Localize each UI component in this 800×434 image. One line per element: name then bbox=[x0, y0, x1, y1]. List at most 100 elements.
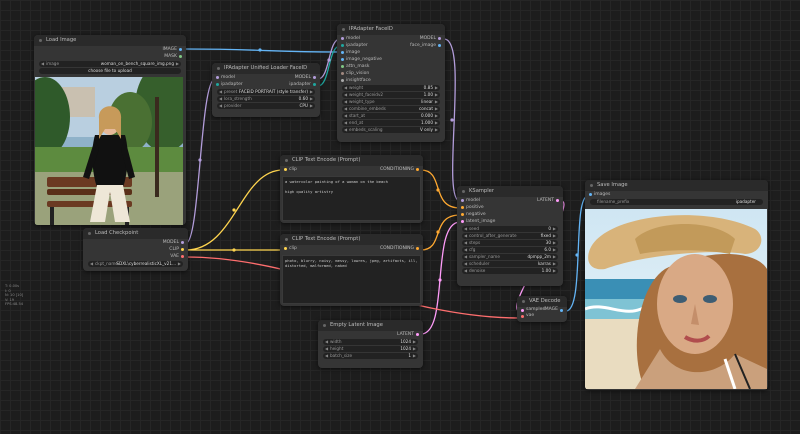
prompt-textarea[interactable]: a watercolor painting of a woman on the … bbox=[282, 176, 421, 221]
output-label: LATENT bbox=[536, 198, 554, 203]
arrow-right-icon: ▶ bbox=[412, 346, 416, 351]
input-slot-icon bbox=[341, 65, 344, 68]
input-slot-icon bbox=[284, 247, 287, 250]
weight-widget[interactable]: ◀ weight 0.85 ▶ bbox=[342, 85, 440, 91]
widget-label: lora_strength bbox=[224, 96, 252, 101]
output-slot-icon bbox=[181, 248, 184, 251]
widget-label: end_at bbox=[349, 120, 364, 125]
arrow-left-icon: ◀ bbox=[464, 233, 468, 238]
input-label: clip bbox=[289, 167, 297, 172]
arrow-left-icon: ◀ bbox=[344, 106, 348, 111]
width-widget[interactable]: ◀ width 1024 ▶ bbox=[323, 339, 418, 345]
input-slot-icon bbox=[284, 168, 287, 171]
cfg-widget[interactable]: ◀ cfg 6.0 ▶ bbox=[462, 247, 558, 253]
weight-type-combo[interactable]: ◀ weight_type linear ▶ bbox=[342, 99, 440, 105]
load-checkpoint-node[interactable]: Load Checkpoint MODEL CLIP VAE ◀ ckpt_nam… bbox=[83, 228, 188, 271]
widget-label: height bbox=[330, 346, 344, 351]
input-label: attn_mask bbox=[346, 64, 370, 69]
output-slot-icon bbox=[179, 55, 182, 58]
arrow-right-icon: ▶ bbox=[309, 96, 313, 101]
widget-value: ipadapter bbox=[735, 199, 756, 204]
seed-widget[interactable]: ◀ seed 0 ▶ bbox=[462, 226, 558, 232]
arrow-left-icon: ◀ bbox=[344, 99, 348, 104]
arrow-right-icon: ▶ bbox=[412, 339, 416, 344]
output-slot-icon bbox=[313, 76, 316, 79]
clip-text-encode-positive-node[interactable]: CLIP Text Encode (Prompt) clip CONDITIONI… bbox=[280, 155, 423, 223]
output-slot-icon bbox=[416, 247, 419, 250]
output-slot-icon bbox=[313, 83, 316, 86]
widget-value: 1024 bbox=[400, 346, 411, 351]
node-title: IPAdapter FaceID bbox=[337, 24, 445, 35]
widget-value: 6.0 bbox=[544, 247, 551, 252]
widget-label: provider bbox=[224, 103, 242, 108]
arrow-left-icon: ◀ bbox=[219, 89, 223, 94]
start-at-widget[interactable]: ◀ start_at 0.000 ▶ bbox=[342, 113, 440, 119]
input-slot-icon bbox=[216, 83, 219, 86]
arrow-left-icon: ◀ bbox=[344, 120, 348, 125]
widget-label: weight_faceidv2 bbox=[349, 92, 384, 97]
output-slot-icon bbox=[438, 44, 441, 47]
arrow-right-icon: ▶ bbox=[552, 226, 556, 231]
output-slot-icon bbox=[181, 255, 184, 258]
ckpt-name-combo[interactable]: ◀ ckpt_name SDXL\cyberrealisticXL_v21... ▶ bbox=[88, 261, 183, 267]
batch-size-widget[interactable]: ◀ batch_size 1 ▶ bbox=[323, 353, 418, 359]
widget-value: 0 bbox=[548, 226, 551, 231]
scheduler-combo[interactable]: ◀ scheduler karras ▶ bbox=[462, 261, 558, 267]
combine-embeds-combo[interactable]: ◀ combine_embeds concat ▶ bbox=[342, 106, 440, 112]
input-label: ipadapter bbox=[346, 43, 368, 48]
widget-label: seed bbox=[469, 226, 479, 231]
upload-button[interactable]: choose file to upload bbox=[39, 68, 181, 74]
arrow-left-icon: ◀ bbox=[344, 92, 348, 97]
widget-label: sampler_name bbox=[469, 254, 500, 259]
input-label: latent_image bbox=[466, 219, 496, 224]
output-label: face_image bbox=[410, 43, 436, 48]
widget-label: weight bbox=[349, 85, 364, 90]
arrow-left-icon: ◀ bbox=[325, 339, 329, 344]
input-label: samples bbox=[526, 307, 545, 312]
widget-value: dpmpp_2m bbox=[527, 254, 551, 259]
input-label: ipadapter bbox=[221, 82, 243, 87]
arrow-left-icon: ◀ bbox=[90, 261, 94, 266]
widget-value: 0.000 bbox=[421, 113, 433, 118]
output-slot-icon bbox=[560, 309, 563, 312]
denoise-widget[interactable]: ◀ denoise 1.00 ▶ bbox=[462, 268, 558, 274]
input-slot-icon bbox=[589, 193, 592, 196]
arrow-right-icon: ▶ bbox=[309, 89, 313, 94]
embeds-scaling-combo[interactable]: ◀ embeds_scaling V only ▶ bbox=[342, 127, 440, 133]
node-title: Load Image bbox=[34, 35, 186, 46]
lora-strength-widget[interactable]: ◀ lora_strength 0.60 ▶ bbox=[217, 96, 315, 102]
steps-widget[interactable]: ◀ steps 30 ▶ bbox=[462, 240, 558, 246]
weight-faceidv2-widget[interactable]: ◀ weight_faceidv2 1.00 ▶ bbox=[342, 92, 440, 98]
widget-label: weight_type bbox=[349, 99, 375, 104]
end-at-widget[interactable]: ◀ end_at 1.000 ▶ bbox=[342, 120, 440, 126]
node-title: IPAdapter Unified Loader FaceID bbox=[212, 63, 320, 74]
control-after-generate-combo[interactable]: ◀ control_after_generate fixed ▶ bbox=[462, 233, 558, 239]
ipadapter-loader-node[interactable]: IPAdapter Unified Loader FaceID model MOD… bbox=[212, 63, 320, 117]
prompt-textarea[interactable]: photo, blurry, noisy, messy, lowres, jpe… bbox=[282, 255, 421, 304]
output-label: CONDITIONING bbox=[379, 246, 414, 251]
arrow-left-icon: ◀ bbox=[464, 254, 468, 259]
widget-value: V only bbox=[419, 127, 433, 132]
widget-label: combine_embeds bbox=[349, 106, 386, 111]
preset-combo[interactable]: ◀ preset FACEID PORTRAIT (style transfer) ▶ bbox=[217, 89, 315, 95]
vae-decode-node[interactable]: VAE Decode samples IMAGE vae bbox=[517, 296, 567, 322]
image-combo[interactable]: ◀ image woman_on_bench_square_img.png ▶ bbox=[39, 61, 181, 67]
output-label: ipadapter bbox=[289, 82, 311, 87]
arrow-right-icon: ▶ bbox=[552, 247, 556, 252]
clip-text-encode-negative-node[interactable]: CLIP Text Encode (Prompt) clip CONDITIONI… bbox=[280, 234, 423, 306]
filename-prefix-field[interactable]: filename_prefix ipadapter bbox=[590, 199, 763, 205]
input-slot-icon bbox=[341, 79, 344, 82]
arrow-right-icon: ▶ bbox=[552, 261, 556, 266]
empty-latent-image-node[interactable]: Empty Latent Image LATENT ◀ width 1024 ▶ ◀ h… bbox=[318, 320, 423, 368]
height-widget[interactable]: ◀ height 1024 ▶ bbox=[323, 346, 418, 352]
ksampler-node[interactable]: KSampler model LATENT positive negative l… bbox=[457, 186, 563, 286]
node-title: CLIP Text Encode (Prompt) bbox=[280, 155, 423, 166]
load-image-node[interactable]: Load Image IMAGE MASK ◀ image woman_on_ben… bbox=[34, 35, 186, 225]
widget-label: steps bbox=[469, 240, 481, 245]
provider-combo[interactable]: ◀ provider CPU ▶ bbox=[217, 103, 315, 109]
sampler-name-combo[interactable]: ◀ sampler_name dpmpp_2m ▶ bbox=[462, 254, 558, 260]
widget-value: 1.00 bbox=[423, 92, 433, 97]
ipadapter-faceid-node[interactable]: IPAdapter FaceID model MODEL ipadapter fac… bbox=[337, 24, 445, 142]
input-slot-icon bbox=[341, 44, 344, 47]
save-image-node[interactable]: Save Image images filename_prefix ipadapt… bbox=[585, 180, 768, 390]
